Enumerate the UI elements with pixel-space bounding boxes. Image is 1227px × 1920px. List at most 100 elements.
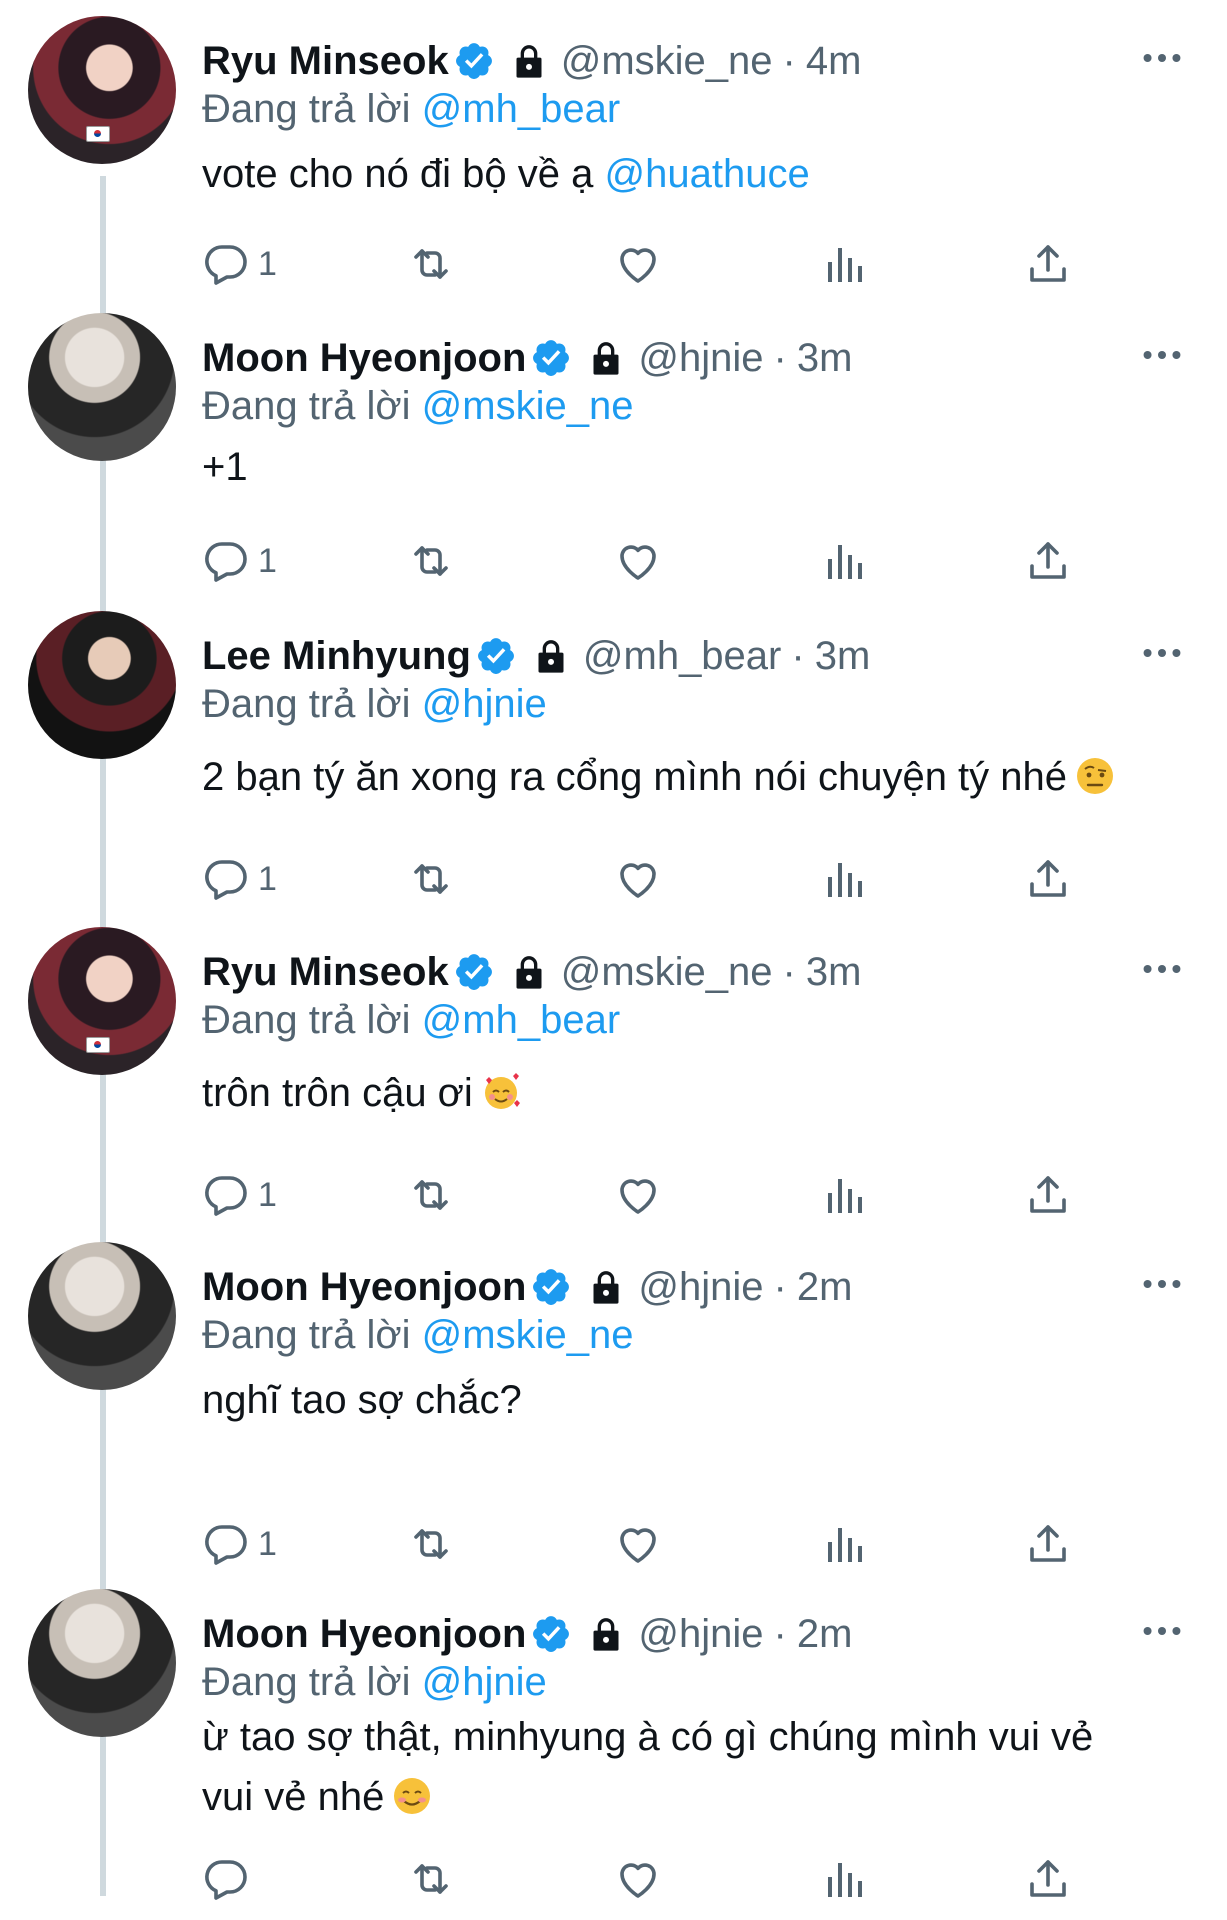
smiling-face-with-hearts-emoji-icon (481, 1072, 521, 1112)
reply-button[interactable]: 1 (202, 851, 277, 907)
share-button[interactable] (1024, 851, 1072, 907)
tweet[interactable]: Moon Hyeonjoon @hjnie · 2m Đang trả lời … (0, 1589, 1227, 1920)
replying-to: Đang trả lời @mskie_ne (202, 381, 633, 431)
replying-to-mention[interactable]: @hjnie (422, 1660, 547, 1704)
reply-button[interactable]: 1 (202, 1167, 277, 1223)
korea-flag-icon (86, 1037, 110, 1053)
retweet-button[interactable] (407, 1851, 455, 1907)
tweet[interactable]: Ryu Minseok @mskie_ne · 3m Đang trả lời … (0, 927, 1227, 1217)
tweet-header: Moon Hyeonjoon @hjnie · 3m (202, 333, 852, 383)
tweet-header: Lee Minhyung @mh_bear · 3m (202, 631, 870, 681)
replying-to-mention[interactable]: @hjnie (422, 682, 547, 726)
tweet[interactable]: Lee Minhyung @mh_bear · 3m Đang trả lời … (0, 611, 1227, 901)
like-button[interactable] (614, 533, 662, 589)
share-icon (1024, 1520, 1072, 1568)
display-name[interactable]: Moon Hyeonjoon (202, 333, 526, 383)
like-button[interactable] (614, 851, 662, 907)
like-button[interactable] (614, 1516, 662, 1572)
replying-to-mention[interactable]: @mskie_ne (422, 1313, 634, 1357)
display-name[interactable]: Ryu Minseok (202, 947, 449, 997)
verified-badge-icon (530, 337, 572, 379)
tweet[interactable]: Moon Hyeonjoon @hjnie · 2m Đang trả lời … (0, 1242, 1227, 1562)
tweet[interactable]: Ryu Minseok @mskie_ne · 4m Đang trả lời … (0, 16, 1227, 286)
korea-flag-icon (86, 126, 110, 142)
timestamp[interactable]: 3m (797, 333, 853, 383)
avatar[interactable] (28, 1589, 176, 1737)
username[interactable]: @hjnie (638, 333, 763, 383)
replying-to: Đang trả lời @mh_bear (202, 84, 620, 134)
reply-button[interactable] (202, 1851, 258, 1907)
username[interactable]: @mh_bear (583, 631, 781, 681)
timestamp[interactable]: 4m (806, 36, 862, 86)
reply-button[interactable]: 1 (202, 533, 277, 589)
retweet-button[interactable] (407, 851, 455, 907)
like-button[interactable] (614, 1851, 662, 1907)
retweet-button[interactable] (407, 533, 455, 589)
timestamp[interactable]: 3m (815, 631, 871, 681)
verified-badge-icon (453, 40, 495, 82)
timestamp[interactable]: 2m (797, 1609, 853, 1659)
reply-button[interactable]: 1 (202, 236, 277, 292)
like-button[interactable] (614, 1167, 662, 1223)
tweet-mention[interactable]: @huathuce (605, 152, 810, 196)
analytics-button[interactable] (820, 236, 868, 292)
lock-icon (531, 636, 571, 676)
analytics-button[interactable] (820, 1516, 868, 1572)
lock-icon (509, 952, 549, 992)
more-options-icon[interactable] (1137, 949, 1187, 989)
replying-to-mention[interactable]: @mh_bear (422, 998, 620, 1042)
more-options-icon[interactable] (1137, 38, 1187, 78)
share-button[interactable] (1024, 533, 1072, 589)
share-icon (1024, 537, 1072, 585)
tweet[interactable]: Moon Hyeonjoon @hjnie · 3m Đang trả lời … (0, 313, 1227, 583)
avatar[interactable] (28, 611, 176, 759)
reply-count: 1 (258, 1524, 277, 1563)
verified-badge-icon (530, 1613, 572, 1655)
retweet-icon (407, 537, 455, 585)
share-button[interactable] (1024, 1167, 1072, 1223)
username[interactable]: @mskie_ne (561, 36, 773, 86)
replying-to-label: Đang trả lời (202, 87, 411, 131)
username[interactable]: @hjnie (638, 1609, 763, 1659)
like-button[interactable] (614, 236, 662, 292)
share-button[interactable] (1024, 1516, 1072, 1572)
action-bar: 1 (202, 236, 1102, 292)
retweet-button[interactable] (407, 1516, 455, 1572)
display-name[interactable]: Ryu Minseok (202, 36, 449, 86)
share-button[interactable] (1024, 1851, 1072, 1907)
reply-button[interactable]: 1 (202, 1516, 277, 1572)
avatar[interactable] (28, 1242, 176, 1390)
more-options-icon[interactable] (1137, 1264, 1187, 1304)
avatar[interactable] (28, 313, 176, 461)
replying-to-label: Đang trả lời (202, 1660, 411, 1704)
action-bar: 1 (202, 1516, 1102, 1572)
share-button[interactable] (1024, 236, 1072, 292)
heart-icon (614, 1520, 662, 1568)
timestamp[interactable]: 3m (806, 947, 862, 997)
lock-icon (586, 338, 626, 378)
retweet-button[interactable] (407, 236, 455, 292)
display-name[interactable]: Moon Hyeonjoon (202, 1262, 526, 1312)
retweet-button[interactable] (407, 1167, 455, 1223)
analytics-button[interactable] (820, 1851, 868, 1907)
analytics-button[interactable] (820, 1167, 868, 1223)
replying-to-mention[interactable]: @mh_bear (422, 87, 620, 131)
more-options-icon[interactable] (1137, 1611, 1187, 1651)
avatar[interactable] (28, 16, 176, 164)
action-bar: 1 (202, 533, 1102, 589)
more-options-icon[interactable] (1137, 335, 1187, 375)
timestamp[interactable]: 2m (797, 1262, 853, 1312)
retweet-icon (407, 1520, 455, 1568)
username[interactable]: @hjnie (638, 1262, 763, 1312)
display-name[interactable]: Moon Hyeonjoon (202, 1609, 526, 1659)
replying-to-label: Đang trả lời (202, 1313, 411, 1357)
more-options-icon[interactable] (1137, 633, 1187, 673)
avatar[interactable] (28, 927, 176, 1075)
retweet-icon (407, 1855, 455, 1903)
retweet-icon (407, 1171, 455, 1219)
display-name[interactable]: Lee Minhyung (202, 631, 471, 681)
username[interactable]: @mskie_ne (561, 947, 773, 997)
analytics-button[interactable] (820, 533, 868, 589)
analytics-button[interactable] (820, 851, 868, 907)
replying-to-mention[interactable]: @mskie_ne (422, 384, 634, 428)
